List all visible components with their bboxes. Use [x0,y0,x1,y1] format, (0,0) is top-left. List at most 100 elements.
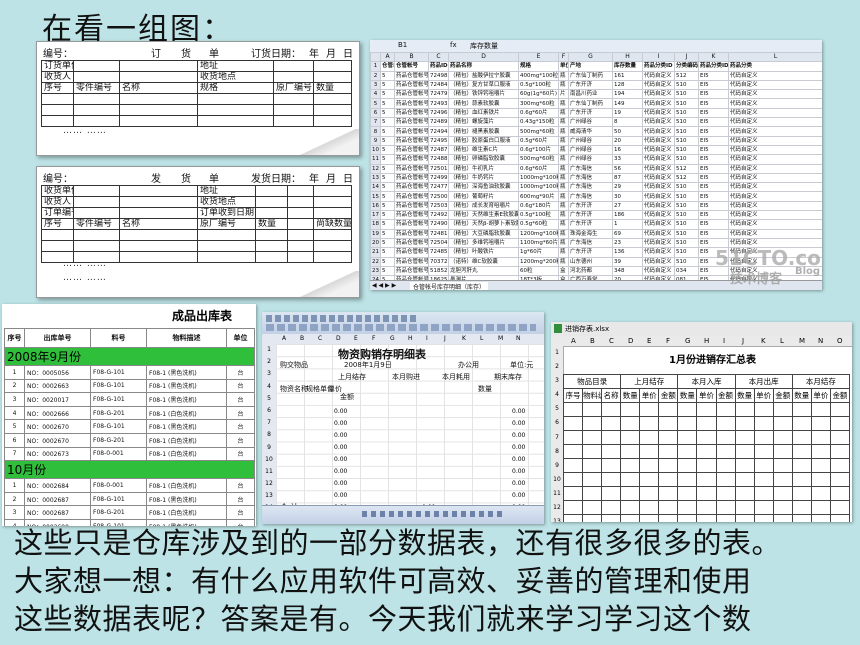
inventory-cell: 60粒 [518,265,559,277]
inventory-cell: 72504 [428,237,449,249]
ledger-unit: 单位:元 [510,361,534,369]
ship-form-cell: 名称 [119,218,198,230]
inventory-cell: 1100mg*60片 [518,237,559,249]
ship-form-cell [287,251,314,263]
header-cell: 库存数量 [612,61,643,72]
summary-header-cell: 数量 [791,388,812,403]
sheet-nav-icon[interactable]: ◀ ◀ ▶ ▶ [372,282,396,289]
order-form-cell: 地址 [197,60,274,72]
ledger-spreadsheet: ABCDEFGHIJKLMN 1234567891011121314151617… [262,312,544,524]
inventory-cell: 5 [380,237,395,249]
column-letter: C [609,337,614,345]
inventory-cell: 代码自定义 [642,117,675,128]
inventory-cell: 5 [380,172,395,184]
inventory-cell: 瓶 [558,107,569,119]
finished-goods-cell: NO：0020017 [24,392,91,407]
ledger-spec: 规格 [306,385,320,393]
inventory-cell: 代码自定义 [728,210,822,221]
column-letter: I [426,335,428,342]
summary-cell [715,486,736,501]
inventory-cell: 348 [612,265,643,277]
summary-cell [620,444,641,459]
ship-form-header: 编号： 发 货 单 发货日期： 年 月 日 [41,170,355,185]
inventory-spreadsheet: B1 fx 库存数量 ABCDEFGHIJKL1仓管单ID仓管帐号药品ID药品名… [370,40,822,290]
ledger-amount: 金额 [340,393,354,401]
summary-cell [753,458,774,473]
inventory-row: 15 5 药品仓管帐号 72500 （精包）葡萄籽片 600mg*90片瓶广东海信 30 代码… [370,191,822,202]
summary-cell [658,458,679,473]
finished-goods-cell: F08-1 (黑色洗机) [146,419,227,434]
ship-form-cell [119,251,198,263]
inventory-cell: 72484 [428,79,449,91]
column-letter: A [282,335,287,342]
inventory-cell: （精包）葡萄籽片 [448,191,519,202]
inventory-cell: 0.5g*100粒 [518,210,559,221]
inventory-cell: 代码自定义 [728,107,822,119]
ship-form-cell: 收货地点 [197,196,256,208]
inventory-cell: 72477 [428,182,449,193]
row-number: 23 [370,265,381,277]
inventory-row: 19 5 药品仓管帐号 72481 （精包）大豆磷脂软胶囊 1200mg*100粒瓶珠海金… [370,228,822,239]
summary-cell [715,500,736,515]
ship-form-cell [197,251,256,263]
inventory-cell: 510 [674,256,699,267]
inventory-cell: 50 [612,126,643,137]
inventory-cell: 510 [674,89,699,100]
row-number: 6 [267,406,271,414]
summary-cell [715,430,736,445]
finished-goods-cell: 7 [4,446,25,462]
inventory-cell: （精包）盐酸伊拉宁胶囊 [448,70,519,81]
inventory-cell: 代码自定义 [642,247,675,258]
ship-form-cell: 订单编号 [41,207,74,219]
inventory-cell: 72487 [428,144,449,156]
column-letter: C [318,335,323,342]
summary-cell [562,486,584,501]
ledger-in: 本月购进 [392,373,420,381]
summary-cell [677,500,698,515]
column-letter: H [408,335,413,342]
inventory-cell: 23 [612,237,643,249]
inventory-cell: 72481 [428,228,449,239]
summary-cell [791,402,812,417]
finished-goods-cell: 4 [4,405,25,421]
summary-cell [677,472,698,487]
ship-form-cell [73,196,120,208]
column-letter: D [628,337,634,345]
sheet-tab[interactable]: 仓管帐号库存明细（库存） [410,282,489,290]
inventory-cell: 药品仓管帐号 [394,228,429,239]
inventory-cell: 代码自定义 [728,79,822,91]
summary-cell [791,500,812,515]
inventory-cell: 72496 [428,107,449,119]
inventory-cell: 威海清华 [568,126,613,137]
column-letter: D [448,51,519,63]
inventory-cell: 510 [674,126,699,137]
finished-goods-table-image: 成品出库表 序号 出库单号 料号 物料描述 单位 2008年9月份 1 NO：0005056 F… [2,304,256,526]
summary-cell [791,444,812,459]
row-number: 5 [370,98,381,109]
inventory-cell: 代码自定义 [642,70,675,81]
summary-cell [658,486,679,501]
inventory-cell: 代码自定义 [642,89,675,100]
row-number: 13 [553,518,561,522]
inventory-cell: 药品仓管帐号 [394,200,429,212]
summary-header-cell: 金额 [772,388,793,403]
finished-goods-cell: 台 [226,419,255,434]
inventory-row: 7 5 药品仓管帐号 72489 （精包）螺旋藻片 0.43g*150粒瓶广州绿谷 8 代码自… [370,117,822,128]
inventory-cell: 药品仓管帐号 [394,265,429,277]
finished-goods-cell: NO：0002663 [24,378,91,394]
ledger-zero-value: 0.00 [512,468,526,475]
column-letter: K [698,51,729,63]
inventory-cell: 药品仓管帐号 [394,117,429,128]
order-form-row: 序号 零件编号 名称 规格 原厂编号 数量 [41,82,352,94]
summary-cell [677,486,698,501]
inventory-cell: 72501 [428,163,449,174]
summary-cell [677,430,698,445]
inventory-cell: 代码自定义 [642,219,675,230]
summary-header-cell: 序号 [562,388,584,403]
summary-file-tab[interactable]: 进销存表.xlsx [565,324,609,334]
order-form-cell: 名称 [119,82,198,94]
summary-cell [696,444,717,459]
header-cell: 物料描述 [146,328,227,348]
inventory-cell: 5 [380,135,395,146]
summary-cell [562,444,584,459]
